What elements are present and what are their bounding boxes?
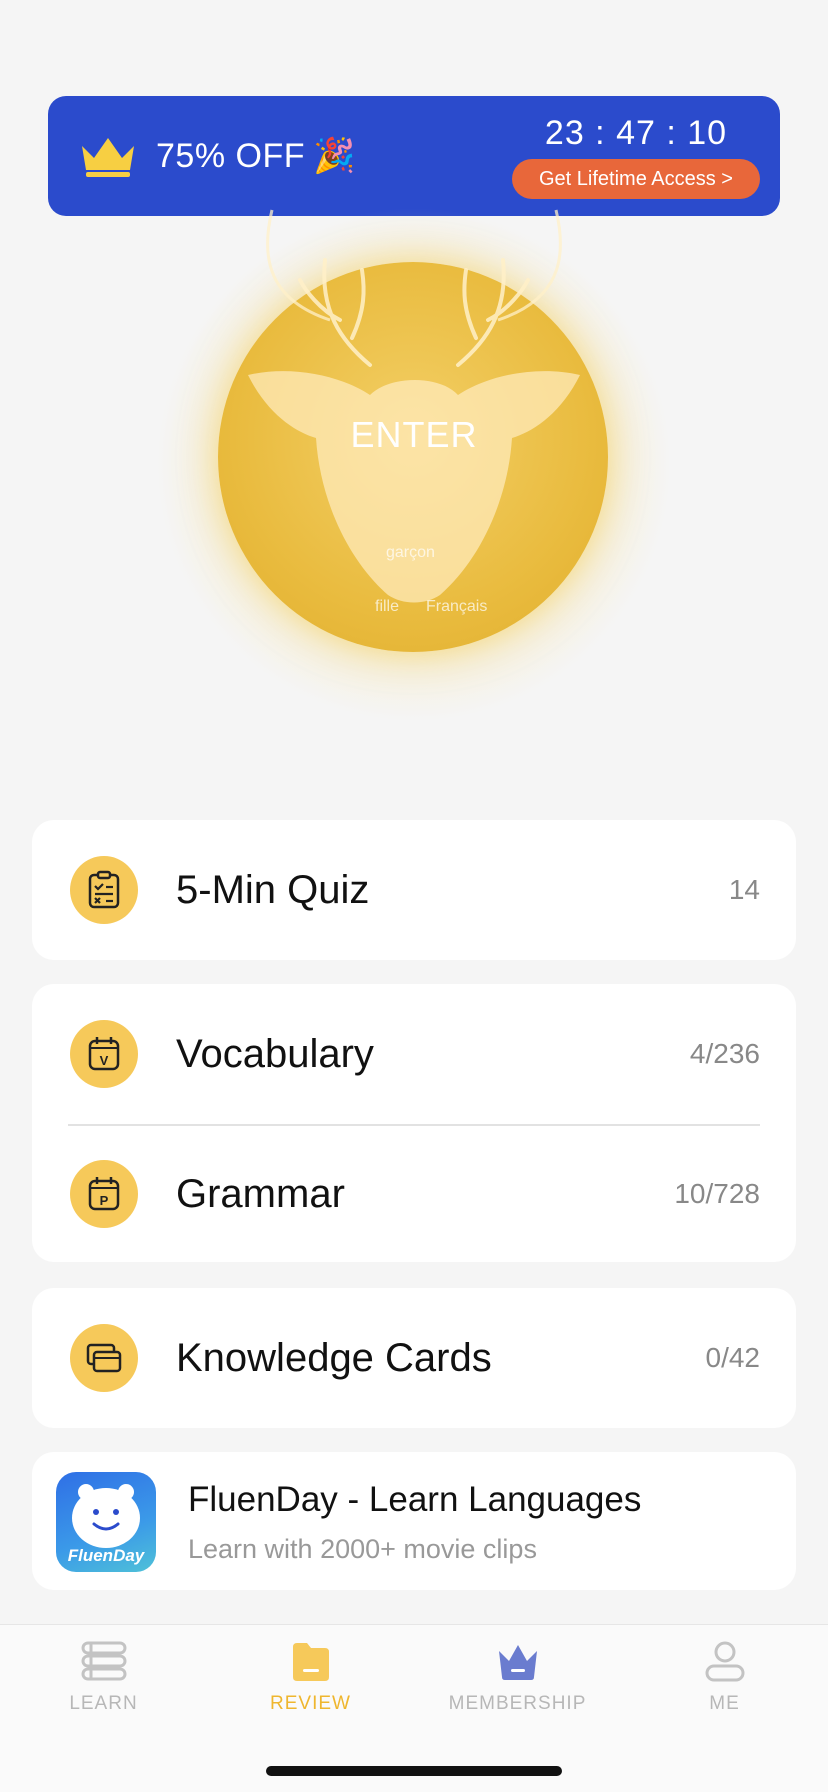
tab-label: ME (709, 1693, 740, 1714)
app-promo-subtitle: Learn with 2000+ movie clips (188, 1534, 537, 1564)
vocab-grammar-card: V Vocabulary 4/236 P Grammar 10/728 (32, 984, 796, 1262)
fluenday-app-icon: FluenDay (56, 1472, 156, 1572)
crown-icon (82, 138, 134, 177)
enter-button[interactable] (218, 262, 608, 652)
review-row-count: 0/42 (705, 1342, 761, 1373)
review-row-label: 5-Min Quiz (176, 867, 370, 912)
review-row-label: Knowledge Cards (176, 1335, 492, 1380)
review-row-quiz[interactable]: 5-Min Quiz 14 (32, 820, 796, 960)
grammar-calendar-icon: P (70, 1160, 138, 1228)
offer-text: 75% OFF (156, 136, 305, 175)
home-indicator (266, 1766, 562, 1776)
review-row-vocabulary[interactable]: V Vocabulary 4/236 (32, 984, 796, 1124)
countdown-group: 23 : 47 : 10 Get Lifetime Access > (512, 114, 760, 199)
review-row-count: 4/236 (689, 1038, 760, 1069)
hero-enter-orb: ENTER garçon fille Français (140, 200, 688, 740)
vocabulary-calendar-icon: V (70, 1020, 138, 1088)
party-popper-icon: 🎉 (312, 137, 356, 175)
cards-icon (70, 1324, 138, 1392)
review-row-count: 10/728 (674, 1178, 760, 1209)
tab-label: REVIEW (270, 1693, 351, 1714)
me-person-icon (705, 1641, 744, 1682)
svg-text:V: V (100, 1053, 109, 1068)
quiz-clipboard-icon (70, 856, 138, 924)
review-row-label: Vocabulary (176, 1031, 374, 1076)
get-lifetime-access-button[interactable]: Get Lifetime Access > (512, 159, 760, 199)
review-row-label: Grammar (176, 1171, 345, 1216)
tab-label: MEMBERSHIP (448, 1693, 587, 1714)
promo-banner[interactable]: 75% OFF 🎉 23 : 47 : 10 Get Lifetime Acce… (48, 96, 780, 216)
tab-review[interactable]: REVIEW (207, 1639, 414, 1739)
membership-crown-icon (498, 1645, 537, 1680)
knowledge-cards-card: Knowledge Cards 0/42 (32, 1288, 796, 1428)
learn-book-icon (81, 1641, 126, 1681)
svg-text:P: P (100, 1193, 109, 1208)
fluenday-app-promo[interactable]: FluenDay FluenDay - Learn Languages Lear… (32, 1452, 796, 1590)
review-folder-icon (292, 1643, 329, 1681)
countdown-timer: 23 : 47 : 10 (544, 114, 728, 152)
review-row-grammar[interactable]: P Grammar 10/728 (32, 1124, 796, 1264)
tab-label: LEARN (69, 1693, 138, 1714)
review-row-knowledge-cards[interactable]: Knowledge Cards 0/42 (32, 1288, 796, 1428)
tab-learn[interactable]: LEARN (0, 1639, 207, 1739)
quiz-card: 5-Min Quiz 14 (32, 820, 796, 960)
app-icon-brand-text: FluenDay (67, 1546, 145, 1565)
app-promo-title: FluenDay - Learn Languages (188, 1480, 642, 1519)
review-row-count: 14 (728, 874, 760, 905)
tab-membership[interactable]: MEMBERSHIP (414, 1639, 621, 1739)
tab-me[interactable]: ME (621, 1639, 828, 1739)
